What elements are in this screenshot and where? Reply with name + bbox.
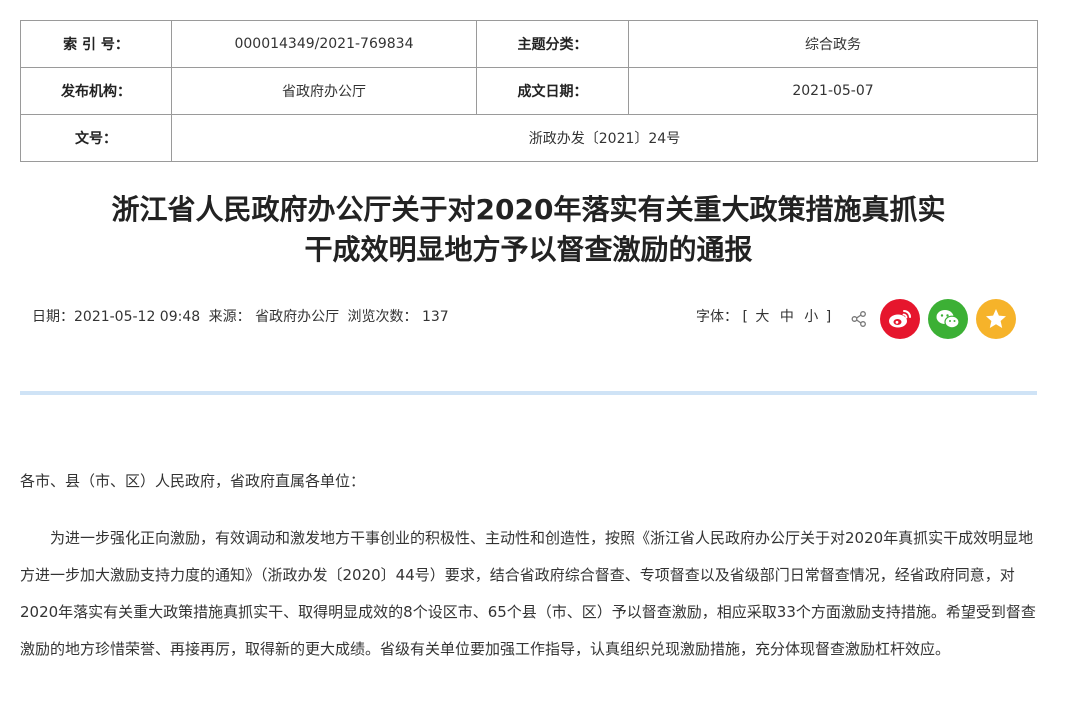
- favorite-star-icon: [986, 309, 1006, 328]
- meta-row-index: 索 引 号： 000014349/2021-769834 主题分类： 综合政务: [20, 20, 1038, 68]
- view-count: 浏览次数： 137: [347, 309, 449, 325]
- content-divider: [20, 391, 1037, 395]
- favorite-button[interactable]: [976, 299, 1016, 339]
- font-size-close-bracket: ]: [825, 309, 832, 325]
- font-size-large-button[interactable]: 大: [755, 309, 769, 325]
- source: 来源： 省政府办公厅: [208, 309, 340, 325]
- share-icon[interactable]: [850, 310, 868, 328]
- index-value: 000014349/2021-769834: [171, 20, 477, 68]
- publish-date: 日期：2021-05-12 09:48: [32, 309, 201, 325]
- page-title: 浙江省人民政府办公厅关于对2020年落实有关重大政策措施真抓实 干成效明显地方予…: [20, 190, 1037, 270]
- category-label: 主题分类：: [476, 20, 629, 68]
- wechat-share-button[interactable]: [928, 299, 968, 339]
- issuer-label: 发布机构：: [20, 67, 172, 115]
- body-paragraph: 为进一步强化正向激励，有效调动和激发地方干事创业的积极性、主动性和创造性，按照《…: [20, 529, 1036, 658]
- index-label: 索 引 号：: [20, 20, 172, 68]
- date-value: 2021-05-07: [628, 67, 1038, 115]
- date-label: 成文日期：: [476, 67, 629, 115]
- meta-row-issuer: 发布机构： 省政府办公厅 成文日期： 2021-05-07: [20, 67, 1038, 115]
- article-info: 日期：2021-05-12 09:48 来源： 省政府办公厅 浏览次数： 137: [32, 306, 453, 326]
- docno-value: 浙政办发〔2021〕24号: [171, 114, 1038, 162]
- font-size-switcher: 字体： [ 大 中 小 ]: [696, 306, 831, 326]
- font-size-open-bracket: [: [742, 309, 748, 325]
- title-line-2: 干成效明显地方予以督查激励的通报: [304, 233, 753, 266]
- font-size-label: 字体：: [696, 309, 738, 325]
- font-size-small-button[interactable]: 小: [804, 309, 818, 325]
- category-value: 综合政务: [628, 20, 1038, 68]
- docno-label: 文号：: [20, 114, 172, 162]
- issuer-value: 省政府办公厅: [171, 67, 477, 115]
- weibo-icon: [889, 310, 911, 328]
- meta-row-docno: 文号： 浙政办发〔2021〕24号: [20, 114, 1038, 162]
- salutation: 各市、县（市、区）人民政府，省政府直属各单位：: [20, 472, 366, 490]
- document-meta-table: 索 引 号： 000014349/2021-769834 主题分类： 综合政务 …: [20, 20, 1038, 162]
- weibo-share-button[interactable]: [880, 299, 920, 339]
- wechat-icon: [936, 310, 960, 329]
- title-line-1: 浙江省人民政府办公厅关于对2020年落实有关重大政策措施真抓实: [111, 193, 946, 226]
- font-size-medium-button[interactable]: 中: [780, 309, 794, 325]
